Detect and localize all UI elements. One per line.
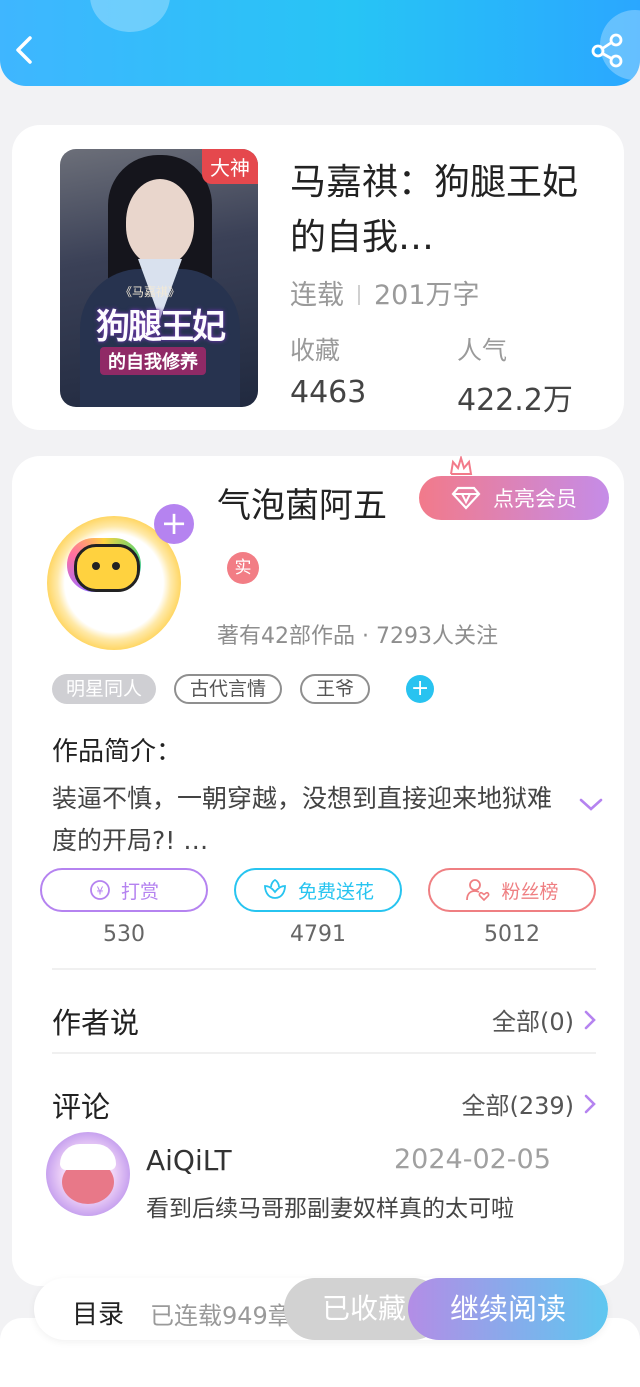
tag-item[interactable]: 王爷 [300,674,371,704]
follow-plus-button[interactable]: + [154,504,194,544]
tag-item[interactable]: 明星同人 [52,674,157,704]
commenter-name[interactable]: AiQiLT [146,1144,232,1177]
header-decoration [90,0,170,32]
author-name[interactable]: 气泡菌阿五 [217,478,387,527]
svg-text:¥: ¥ [96,885,103,898]
popularity-value: 422.2万 [457,383,573,418]
cover-subtitle: 《马嘉祺》 [120,285,181,299]
send-flower-label: 免费送花 [297,880,374,903]
share-button[interactable] [588,30,628,70]
chevron-right-icon [584,1010,596,1029]
avatar-art [112,562,120,570]
favorites-value: 4463 [290,375,367,410]
reward-label: 打赏 [120,880,159,903]
favorites-label: 收藏 [290,336,341,365]
continue-reading-button[interactable]: 继续阅读 [408,1278,608,1340]
bottom-action-bar: 目录 已连载949章 已收藏 继续阅读 [34,1278,608,1340]
commenter-avatar[interactable] [46,1132,130,1216]
back-button[interactable] [6,30,46,70]
comment-date: 2024-02-05 [394,1144,551,1175]
meta-divider [358,285,360,305]
fan-ranking-button[interactable]: 粉丝榜 [428,868,596,912]
vip-button[interactable]: 点亮会员 [419,476,609,520]
reward-button[interactable]: ¥ 打赏 [40,868,208,912]
intro-title: 作品简介： [52,737,183,767]
intro-text: 装逼不慎，一朝穿越，没想到直接迎来地狱难度的开局?! … [52,784,553,855]
top-header [0,0,640,86]
vip-button-label: 点亮会员 [493,487,577,511]
share-icon [591,33,623,68]
comment-text[interactable]: 看到后续马哥那副妻奴样真的太可啦 [146,1190,566,1228]
author-says-all-link[interactable]: 全部(0) [492,1002,598,1037]
comments-all-label: 全部(239) [461,1092,574,1120]
divider [52,968,596,970]
tag-list: 明星同人 古代言情 王爷 + [52,674,435,704]
cover-title-2: 的自我修养 [100,347,206,375]
book-cover[interactable]: 《马嘉祺》 狗腿王妃 的自我修养 大神 [60,149,258,407]
book-info-card: 《马嘉祺》 狗腿王妃 的自我修养 大神 马嘉祺：狗腿王妃的自我… 连载 201万字… [12,125,624,430]
fan-count: 5012 [484,922,540,947]
chevron-left-icon [16,36,32,64]
comments-all-link[interactable]: 全部(239) [461,1086,598,1121]
comments-title: 评论 [52,1090,111,1124]
book-word-count: 201万字 [374,280,480,311]
crown-icon [450,456,473,475]
catalog-button[interactable]: 目录 [72,1294,124,1331]
avatar-art [92,562,100,570]
reward-count: 530 [103,922,145,947]
chevron-right-icon [584,1094,596,1113]
flower-count: 4791 [290,922,346,947]
chevron-down-icon[interactable] [578,796,604,814]
divider [52,1052,596,1054]
yen-coin-icon: ¥ [90,880,110,900]
cover-art [126,179,194,265]
popularity-label: 人气 [457,336,508,365]
author-says-all-label: 全部(0) [492,1008,574,1036]
author-stats: 著有42部作品 · 7293人关注 [217,624,498,649]
diamond-icon [451,486,481,510]
book-detail-card: + 气泡菌阿五 点亮会员 实 著有42部作品 · 7293人关注 明星同人 古代… [12,456,624,1286]
avatar-art [60,1144,116,1170]
user-heart-icon [466,879,490,902]
tag-item[interactable]: 古代言情 [174,674,283,704]
book-meta: 连载 201万字 [290,273,480,312]
avatar-art [74,544,140,592]
send-flower-button[interactable]: 免费送花 [234,868,402,912]
flower-icon [264,878,286,899]
book-status: 连载 [290,280,344,311]
fan-ranking-label: 粉丝榜 [501,880,559,903]
add-tag-button[interactable]: + [406,675,435,703]
verified-badge: 实 [227,552,259,584]
book-title: 马嘉祺：狗腿王妃的自我… [290,162,579,258]
cover-badge: 大神 [202,149,258,184]
cover-title: 狗腿王妃 [96,307,226,347]
serial-status: 已连载949章 [150,1302,292,1330]
author-says-title: 作者说 [52,1006,140,1040]
